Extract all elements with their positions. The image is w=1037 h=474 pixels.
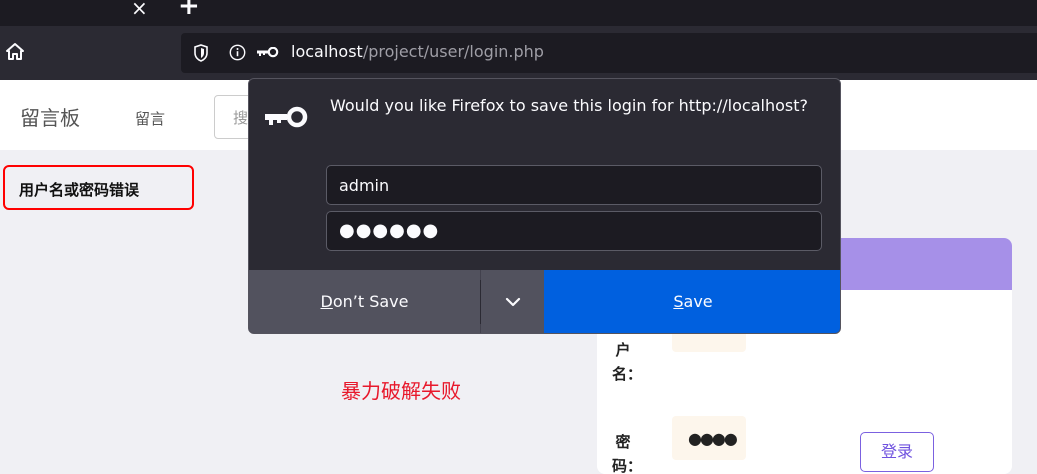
prompt-username-field[interactable]: admin [326,165,822,205]
navigation-bar: localhost/project/user/login.php [0,26,1037,80]
login-button[interactable]: 登录 [860,432,934,472]
prompt-password-field[interactable]: ●●●●●● [326,211,822,251]
tab-bar: × + [0,0,1037,26]
home-icon[interactable] [5,42,25,62]
url-host: localhost [291,42,363,61]
new-tab-button[interactable]: + [178,0,200,19]
error-message: 用户名或密码错误 [19,181,140,199]
url-text[interactable]: localhost/project/user/login.php [291,42,544,62]
popup-body: Would you like Firefox to save this logi… [249,79,840,270]
password-label: 密码： [612,433,643,474]
username-label: 户名： [612,341,643,383]
save-login-popup: Would you like Firefox to save this logi… [248,78,841,334]
chevron-down-icon [505,297,521,307]
site-brand[interactable]: 留言板 [20,102,80,131]
password-key-icon[interactable] [256,47,280,59]
info-icon[interactable] [229,44,246,61]
url-path: /project/user/login.php [362,42,544,61]
save-label: ave [683,292,713,311]
close-tab-icon[interactable]: × [131,0,148,20]
save-button[interactable]: Save [544,270,840,333]
dont-save-button[interactable]: Don’t Save [249,270,480,333]
key-icon [265,106,308,128]
password-dots: ●●●● [688,429,738,448]
shield-icon[interactable] [193,44,209,62]
dont-save-label: on’t Save [332,292,409,311]
error-highlight-box: 用户名或密码错误 [3,165,194,210]
search-placeholder: 搜 [233,109,249,127]
nav-link-messages[interactable]: 留言 [135,108,165,129]
save-mnemonic: S [673,292,684,311]
password-field[interactable]: ●●●● [672,416,746,460]
popup-message: Would you like Firefox to save this logi… [330,96,808,115]
annotation-text: 暴力破解失败 [341,379,461,403]
more-options-button[interactable] [481,270,544,333]
url-bar[interactable]: localhost/project/user/login.php [181,33,1037,73]
dont-save-mnemonic: D [320,292,333,311]
